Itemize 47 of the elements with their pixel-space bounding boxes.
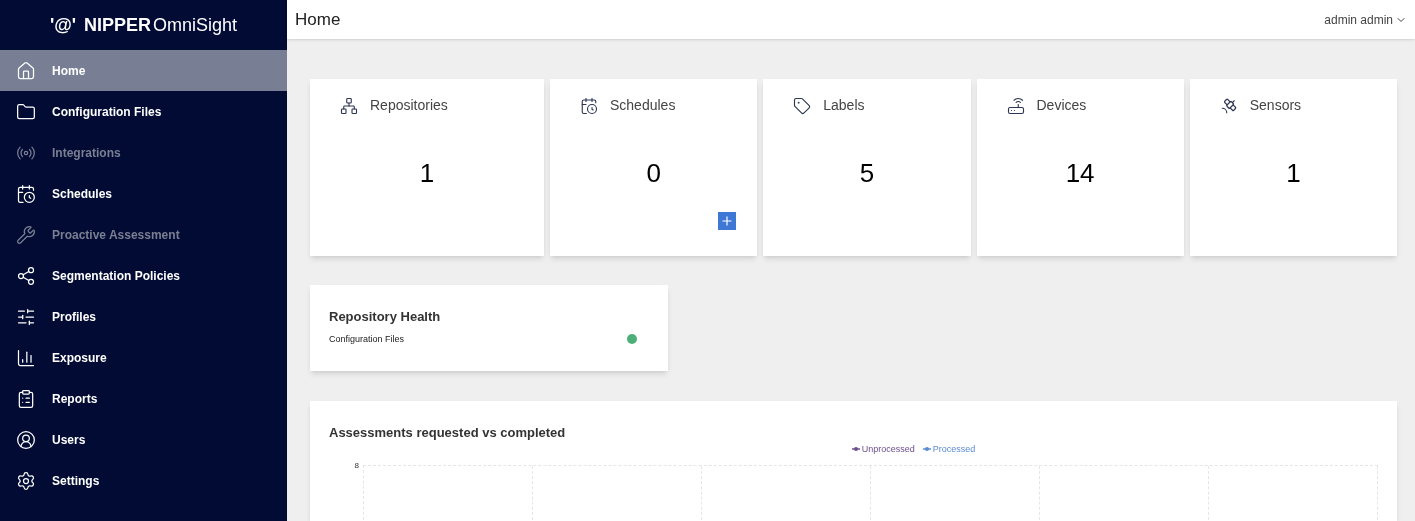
card-value: 14: [1065, 157, 1095, 190]
card-label: Devices: [1036, 96, 1087, 115]
user-menu[interactable]: admin admin: [1324, 10, 1407, 29]
sidebar-item[interactable]: Profiles: [0, 296, 287, 337]
router-icon: [1006, 96, 1025, 115]
card-value: 1: [1286, 157, 1301, 190]
sidebar-item[interactable]: Exposure: [0, 337, 287, 378]
plus-icon: [720, 214, 735, 228]
logo-product: OmniSight: [153, 13, 238, 37]
card-label: Labels: [823, 96, 865, 115]
sidebar-item[interactable]: Reports: [0, 378, 287, 419]
card-value: 1: [419, 157, 435, 190]
share-icon: [16, 265, 36, 286]
card-label: Repositories: [370, 96, 448, 115]
sliders-icon: [16, 306, 36, 327]
health-item-label: Configuration Files: [329, 332, 405, 346]
sidebar-item[interactable]: Home: [0, 50, 287, 91]
sidebar-item[interactable]: Configuration Files: [0, 91, 287, 132]
house-icon: [16, 60, 36, 81]
folder-icon: [16, 101, 36, 122]
bar-chart-icon: [16, 347, 36, 368]
page-title: Home: [295, 8, 341, 31]
user-icon: [16, 429, 36, 450]
card-value: 0: [646, 157, 661, 190]
sidebar-item[interactable]: Users: [0, 419, 287, 460]
card-title: Repository Health: [329, 308, 442, 326]
logo-brand: NIPPER: [84, 13, 152, 37]
satellite-icon: [1219, 96, 1238, 115]
clipboard-icon: [16, 388, 36, 409]
tag-icon: [793, 96, 812, 115]
sidebar-item[interactable]: Settings: [0, 460, 287, 501]
add-button[interactable]: [718, 212, 737, 230]
network-icon: [340, 96, 358, 115]
legend-item: Processed: [922, 442, 976, 456]
wrench-icon: [16, 224, 36, 245]
logo-mark: '@': [49, 13, 76, 37]
card-label: Schedules: [610, 96, 676, 115]
card-label: Sensors: [1249, 96, 1302, 115]
sidebar-item[interactable]: Segmentation Policies: [0, 255, 287, 296]
card-value: 5: [859, 157, 875, 190]
chart-title: Assessments requested vs completed: [329, 424, 567, 442]
y-axis-tick: 8: [354, 460, 359, 472]
calendar-icon: [580, 96, 598, 115]
calendar-icon: [16, 183, 36, 204]
settings-icon: [16, 470, 36, 491]
legend-item: Unprocessed: [851, 442, 915, 456]
sidebar-item[interactable]: Schedules: [0, 173, 287, 214]
